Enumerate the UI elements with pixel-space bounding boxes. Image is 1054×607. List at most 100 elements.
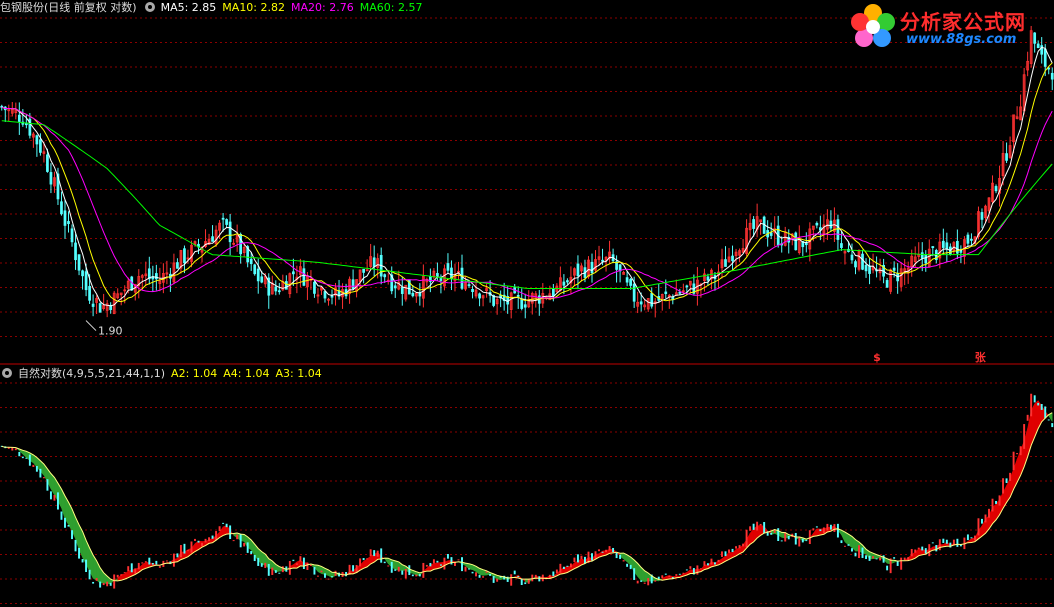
candle-body [941, 240, 945, 248]
indicator-bar [1030, 393, 1033, 417]
indicator-bar [682, 572, 685, 574]
indicator-bar [422, 562, 425, 578]
indicator-bar [910, 548, 913, 557]
indicator-bar [292, 559, 295, 562]
ma60-value: MA60: 2.57 [359, 1, 423, 14]
indicator-bar [418, 574, 421, 577]
candle-body [253, 264, 257, 275]
candle-body [362, 268, 365, 273]
indicator-bar [893, 557, 896, 559]
indicator-fill [293, 561, 298, 569]
candle-body [313, 281, 316, 294]
indicator-bar [949, 542, 952, 548]
candle-body [685, 285, 689, 288]
a2-value: A2: 1.04 [171, 367, 218, 380]
indicator-bar [53, 494, 56, 501]
indicator-bar [510, 574, 513, 586]
indicator-bar [970, 537, 973, 539]
indicator-bar [436, 560, 439, 563]
indicator-bar [938, 539, 941, 551]
indicator-bar [819, 529, 822, 532]
candle-body [804, 242, 808, 246]
indicator-bar [67, 525, 70, 527]
settings-icon[interactable] [144, 2, 155, 12]
indicator-bar [141, 562, 144, 564]
indicator-bar [794, 532, 797, 545]
indicator-bar [116, 574, 119, 578]
candle-body [1047, 67, 1051, 70]
indicator-bar [931, 542, 934, 544]
indicator-bar [576, 554, 579, 563]
candle-body [183, 248, 186, 264]
indicator-bar [106, 581, 109, 587]
indicator-bar [411, 574, 414, 577]
candle-body [291, 271, 295, 275]
indicator-bar [492, 576, 495, 583]
low-marker-pointer [85, 320, 97, 331]
candle-body [323, 291, 327, 299]
indicator-bar [176, 553, 179, 558]
indicator-bar [243, 542, 246, 547]
candle-body [467, 284, 471, 287]
indicator-bar [397, 566, 400, 572]
indicator-bar [833, 524, 836, 532]
indicator-bar [352, 565, 355, 572]
candle-body [861, 253, 864, 270]
indicator-bar [316, 575, 319, 577]
indicator-bar [471, 571, 474, 574]
indicator-bar [183, 543, 186, 554]
indicator-bar [717, 559, 720, 563]
candle-body [67, 221, 70, 225]
indicator-bar [763, 522, 766, 534]
indicator-bar [359, 558, 362, 567]
indicator-bar [299, 556, 302, 562]
candle-body [576, 263, 580, 277]
indicator-bar [81, 559, 84, 563]
indicator-bar [580, 555, 583, 560]
candle-body [523, 304, 527, 308]
candle-body [1005, 153, 1008, 161]
indicator-bar [204, 538, 207, 543]
candle-body [351, 279, 355, 290]
indicator-bar [1037, 402, 1040, 406]
candle-body [520, 298, 524, 309]
indicator-bar [137, 562, 140, 570]
indicator-bar [956, 538, 959, 547]
indicator-bar [172, 553, 175, 567]
indicator-bar [46, 479, 49, 491]
indicator-bar [826, 523, 829, 531]
indicator-bar [721, 551, 723, 557]
indicator-bar [647, 578, 650, 586]
indicator-bar [745, 529, 748, 548]
indicator-bar [362, 558, 365, 561]
candle-body [731, 255, 734, 262]
indicator-bar [404, 569, 407, 579]
indicator-bar [313, 566, 316, 575]
candle-body [924, 254, 928, 264]
candle-body [393, 285, 397, 289]
indicator-bar [443, 557, 446, 570]
indicator-bar [179, 545, 182, 558]
indicator-bar [95, 578, 98, 581]
stock-title: 包钢股份(日线 前复权 对数) [0, 1, 137, 14]
candle-body [400, 287, 404, 294]
indicator-settings-icon[interactable] [2, 368, 12, 378]
candle-body [840, 243, 843, 248]
indicator-bar [257, 557, 260, 566]
indicator-bar [461, 557, 463, 572]
indicator-bar [446, 554, 449, 559]
logo-url: www.88gs.com [906, 32, 1017, 47]
indicator-bar [21, 456, 24, 459]
candle-body [478, 293, 481, 299]
indicator-bar [696, 565, 699, 575]
indicator-bar [232, 540, 235, 542]
candle-body [590, 261, 594, 274]
candle-body [966, 234, 970, 244]
a3-value: A3: 1.04 [275, 367, 322, 380]
indicator-bar [383, 561, 386, 564]
candle-body [639, 301, 643, 305]
indicator-bar [250, 551, 253, 555]
indicator-bar [531, 574, 534, 582]
indicator-bar [752, 523, 755, 530]
candle-body [931, 246, 935, 248]
